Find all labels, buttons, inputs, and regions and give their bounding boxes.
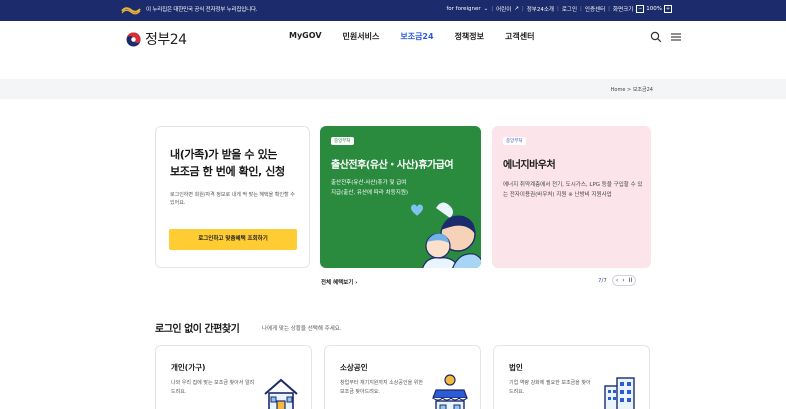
taegeuk-logo-icon bbox=[126, 31, 141, 47]
benefit-title: 에너지바우처 bbox=[503, 160, 556, 171]
breadcrumb-separator: > bbox=[627, 87, 632, 93]
nav-item-subsidy24[interactable]: 보조금24 bbox=[400, 31, 433, 42]
house-icon bbox=[264, 378, 298, 409]
quick-find-card-individual[interactable]: 개인(가구) 나와 우리 집에 맞는 보조금 찾아서 알려드려요. bbox=[155, 345, 312, 409]
nav-item-policy-info[interactable]: 정책정보 bbox=[455, 31, 484, 42]
quick-find-card-description: 기업 역량 강화에 필요한 보조금을 찾아드려요. bbox=[509, 380, 591, 395]
link-cert-center[interactable]: 인증센터 bbox=[585, 5, 605, 13]
breadcrumb: Home > 보조금24 bbox=[611, 86, 653, 93]
zoom-out-button[interactable]: − bbox=[636, 5, 645, 13]
carousel-controls: ‹ › II bbox=[611, 275, 637, 286]
building-icon bbox=[604, 377, 635, 409]
slide-current: 7 bbox=[598, 277, 602, 284]
breadcrumb-current: 보조금24 bbox=[632, 87, 653, 93]
divider: | bbox=[491, 6, 494, 12]
benefit-description: 에너지 취약계층에서 전기, 도시가스, LPG 등을 구입할 수 있는 전자이… bbox=[503, 182, 643, 198]
zoom-control: − 100% + bbox=[636, 5, 672, 13]
next-slide-button[interactable]: › bbox=[622, 277, 624, 284]
divider: | bbox=[608, 6, 611, 12]
chevron-down-icon[interactable]: ⌄ bbox=[484, 6, 489, 12]
login-card-title-line1: 내(가족)가 받을 수 있는 bbox=[170, 148, 278, 161]
link-kids[interactable]: 어린이 bbox=[496, 5, 511, 13]
quick-find-card-description: 나와 우리 집에 맞는 보조금 찾아서 알려드려요. bbox=[171, 380, 255, 395]
zoom-level: 100% bbox=[646, 6, 662, 12]
menu-icon[interactable] bbox=[670, 31, 682, 43]
nav-item-customer-center[interactable]: 고객센터 bbox=[505, 31, 534, 42]
divider: | bbox=[580, 6, 582, 12]
quick-find-title: 로그인 없이 간편찾기 bbox=[155, 324, 240, 335]
quick-find-subtitle: 나에게 맞는 상황을 선택해 주세요. bbox=[262, 326, 342, 332]
link-about[interactable]: 정부24소개 bbox=[527, 5, 554, 13]
zoom-label: 화면크기 bbox=[613, 7, 634, 13]
login-card-description: 로그인하면 회원/자격 정보로 내게 딱 맞는 혜택을 확인할 수 있어요. bbox=[170, 192, 295, 206]
gov-symbol-icon bbox=[121, 7, 141, 15]
see-all-benefits-link[interactable]: 전체 혜택보기 › bbox=[321, 278, 357, 286]
benefit-title: 출산전후(유산・사산)휴가급여 bbox=[331, 160, 454, 171]
pause-button[interactable]: II bbox=[629, 277, 633, 284]
login-promo-card: 내(가족)가 받을 수 있는 보조금 한 번에 확인, 신청 로그인하면 회원/… bbox=[155, 126, 310, 268]
breadcrumb-bar: Home > 보조금24 bbox=[0, 79, 786, 99]
nav-item-mygov[interactable]: MyGOV bbox=[289, 31, 322, 42]
zoom-in-button[interactable]: + bbox=[664, 5, 672, 13]
store-icon bbox=[432, 374, 468, 409]
logo-text: 정부24 bbox=[145, 32, 187, 48]
breadcrumb-home[interactable]: Home bbox=[611, 87, 626, 93]
site-logo[interactable]: 정부24 bbox=[126, 29, 187, 49]
external-link-icon: ↗ bbox=[514, 6, 519, 12]
chevron-right-icon: › bbox=[355, 280, 358, 286]
main-nav: MyGOV 민원서비스 보조금24 정책정보 고객센터 bbox=[289, 31, 555, 42]
prev-slide-button[interactable]: ‹ bbox=[616, 277, 618, 284]
link-for-foreigner[interactable]: for foreigner bbox=[446, 6, 480, 12]
benefit-card-maternity[interactable]: 중앙부처 출산전후(유산・사산)휴가급여 출산전후(유산·사산)휴가 및 급여 … bbox=[320, 126, 481, 268]
gov-notice-text: 이 누리집은 대한민국 공식 전자정부 누리집입니다. bbox=[146, 7, 258, 13]
search-icon[interactable] bbox=[650, 31, 662, 43]
nav-item-civil-service[interactable]: 민원서비스 bbox=[343, 31, 380, 42]
slide-counter: 7/7 bbox=[598, 277, 607, 284]
divider: | bbox=[557, 6, 559, 12]
link-login[interactable]: 로그인 bbox=[562, 5, 577, 13]
benefit-tag: 중앙부처 bbox=[503, 137, 526, 145]
quick-find-card-small-business[interactable]: 소상공인 창업부터 재기지원까지 소상공인을 위한 보조금 찾아드려요. bbox=[324, 345, 481, 409]
divider: | bbox=[521, 6, 524, 12]
gov-top-bar: 이 누리집은 대한민국 공식 전자정부 누리집입니다. for foreigne… bbox=[0, 0, 786, 21]
benefit-card-energy-voucher[interactable]: 중앙부처 에너지바우처 에너지 취약계층에서 전기, 도시가스, LPG 등을 … bbox=[492, 126, 651, 268]
login-lookup-button[interactable]: 로그인하고 맞춤혜택 조회하기 bbox=[169, 229, 297, 250]
login-card-title-line2: 보조금 한 번에 확인, 신청 bbox=[170, 165, 285, 178]
utility-links: for foreigner ⌄ | 어린이 ↗ | 정부24소개 | 로그인 |… bbox=[446, 5, 672, 13]
see-all-label: 전체 혜택보기 bbox=[321, 280, 354, 286]
quick-find-card-corporation[interactable]: 법인 기업 역량 강화에 필요한 보조금을 찾아드려요. bbox=[493, 345, 650, 409]
carousel-pager: 7/7 ‹ › II bbox=[598, 275, 637, 286]
quick-find-card-name: 개인(가구) bbox=[171, 363, 206, 372]
benefit-tag: 중앙부처 bbox=[331, 137, 354, 145]
site-header bbox=[0, 21, 786, 79]
slide-total: 7 bbox=[603, 277, 607, 284]
quick-find-card-name: 법인 bbox=[509, 363, 523, 372]
quick-find-card-description: 창업부터 재기지원까지 소상공인을 위한 보조금 찾아드려요. bbox=[340, 380, 423, 395]
benefit-description: 출산전후(유산·사산)휴가 및 급여 지급(출산, 유산에 따라 차등지원) bbox=[331, 180, 409, 196]
parent-baby-illustration-icon bbox=[411, 202, 481, 268]
quick-find-card-name: 소상공인 bbox=[340, 363, 368, 372]
